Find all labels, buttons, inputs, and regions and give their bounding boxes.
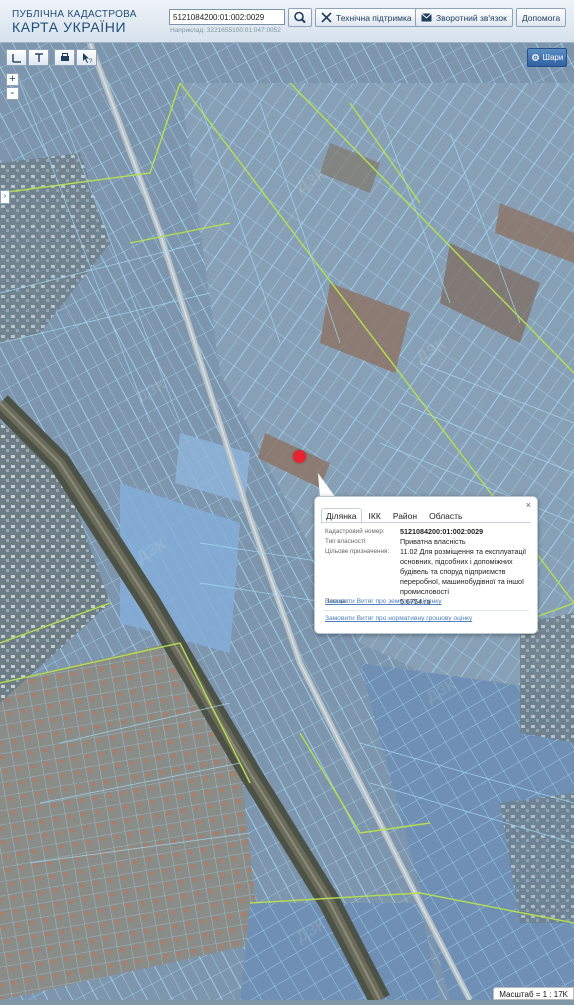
side-panel-toggle[interactable]: › <box>0 190 10 204</box>
svg-text:?: ? <box>89 59 93 64</box>
measure-area-button[interactable] <box>28 49 49 66</box>
scale-indicator: Масштаб = 1 : 17K <box>493 987 574 1000</box>
ruler-icon <box>11 53 21 63</box>
info-row-purpose: Цільове призначення: 11.02 Для розміщенн… <box>325 547 529 597</box>
tools-icon <box>321 12 332 23</box>
info-label: Цільове призначення: <box>325 548 390 555</box>
area-icon <box>34 52 43 62</box>
popup-divider <box>323 610 529 611</box>
print-icon <box>60 52 69 61</box>
info-value: 5121084200:01:002:0029 <box>400 527 484 536</box>
tab-divider <box>321 522 531 523</box>
support-button[interactable]: Технічна підтримка <box>315 8 418 27</box>
header: ПУБЛІЧНА КАДАСТРОВА КАРТА УКРАЇНИ Наприк… <box>0 0 574 43</box>
help-button[interactable]: Допомога <box>516 8 566 27</box>
support-label: Технічна підтримка <box>336 12 412 23</box>
close-icon[interactable]: × <box>526 500 531 510</box>
identify-button[interactable]: ? <box>76 49 97 66</box>
info-row-ownership: Тип власності: Приватна власність <box>325 537 529 547</box>
zoom-out-button[interactable]: - <box>6 87 19 100</box>
info-value: 11.02 Для розміщення та експлуатації осн… <box>400 547 527 596</box>
feedback-label: Зворотний зв'язок <box>436 12 507 23</box>
parcel-info-popup: Ділянка ІКК Район Область × Кадастровий … <box>314 496 538 634</box>
envelope-icon <box>421 13 432 22</box>
info-row-cadastral: Кадастровий номер: 5121084200:01:002:002… <box>325 527 529 537</box>
location-marker[interactable] <box>293 450 306 463</box>
print-button[interactable] <box>54 49 75 66</box>
measure-length-button[interactable] <box>6 49 27 66</box>
search-icon <box>294 11 306 24</box>
gear-icon <box>531 54 539 61</box>
search-input[interactable] <box>169 9 285 25</box>
info-value: Приватна власність <box>400 537 466 546</box>
help-label: Допомога <box>521 12 561 23</box>
search-hint: Наприклад: 3221655100:01:047:0052 <box>170 27 281 34</box>
pointer-help-icon: ? <box>82 52 93 64</box>
search-button[interactable] <box>288 8 312 27</box>
layers-button[interactable]: Шари <box>527 48 567 67</box>
info-label: Тип власності: <box>325 538 367 545</box>
layers-label: Шари <box>542 53 564 62</box>
feedback-button[interactable]: Зворотний зв'язок <box>415 8 513 27</box>
info-label: Кадастровий номер: <box>325 528 385 535</box>
order-valuation-extract-link[interactable]: Замовити Витяг про нормативну грошову оц… <box>325 615 472 622</box>
order-parcel-extract-link[interactable]: Замовити Витяг про земельну ділянку <box>325 598 442 605</box>
logo-line-2: КАРТА УКРАЇНИ <box>12 19 127 35</box>
parcel-info: Кадастровий номер: 5121084200:01:002:002… <box>325 527 529 607</box>
map-tools: ? <box>6 49 98 66</box>
zoom-in-button[interactable]: + <box>6 73 19 86</box>
